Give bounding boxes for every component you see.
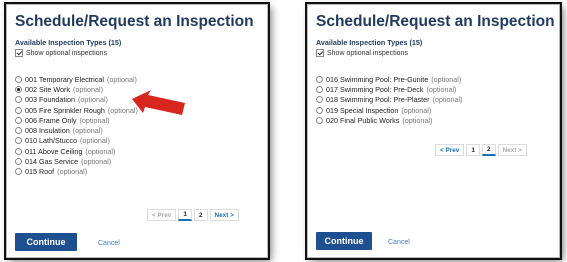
inspection-type-name: 014 Gas Service: [25, 157, 79, 167]
radio-button-selected[interactable]: [15, 85, 22, 93]
show-optional-toggle[interactable]: Show optional inspections: [316, 49, 408, 57]
list-item[interactable]: 015 Roof (optional): [15, 167, 138, 177]
optional-tag: (optional): [85, 146, 116, 156]
inspection-type-name: 018 Swimming Pool: Pre-Plaster: [326, 95, 430, 105]
cancel-link[interactable]: Cancel: [388, 239, 410, 246]
optional-tag: (optional): [426, 84, 457, 94]
inspection-type-name: 020 Final Public Works: [326, 115, 400, 125]
optional-tag: (optional): [79, 115, 110, 125]
page-title: Schedule/Request an Inspection: [15, 13, 254, 30]
page-2-button[interactable]: 2: [193, 209, 208, 221]
show-optional-checkbox[interactable]: [316, 49, 324, 57]
optional-tag: (optional): [401, 105, 432, 115]
list-item[interactable]: 020 Final Public Works (optional): [316, 115, 462, 125]
inspection-type-name: 006 Frame Only: [25, 115, 77, 125]
radio-button[interactable]: [15, 75, 22, 83]
inspection-type-name: 015 Roof: [25, 167, 55, 177]
list-item[interactable]: 017 Swimming Pool: Pre-Deck (optional): [316, 84, 462, 94]
pagination: < Prev 1 2 Next >: [147, 209, 239, 221]
optional-tag: (optional): [73, 84, 103, 94]
radio-button[interactable]: [15, 127, 22, 135]
inspection-type-name: 008 Insulation: [25, 126, 70, 136]
list-item[interactable]: 003 Foundation (optional): [15, 95, 138, 105]
pagination: < Prev 1 2 Next >: [435, 144, 527, 156]
next-page-button[interactable]: Next >: [209, 209, 239, 221]
optional-tag: (optional): [81, 157, 112, 167]
inspection-types-count: Available Inspection Types (15): [316, 38, 423, 47]
inspection-types-count: Available Inspection Types (15): [15, 38, 122, 47]
inspection-type-name: 016 Swimming Pool: Pre-Gunite: [326, 74, 429, 84]
radio-button[interactable]: [15, 96, 22, 104]
arrow-shape: [132, 90, 185, 115]
inspection-panel-page-2: Schedule/Request an Inspection Available…: [307, 4, 560, 258]
list-item[interactable]: 016 Swimming Pool: Pre-Gunite (optional): [316, 74, 462, 84]
show-optional-label: Show optional inspections: [327, 49, 408, 57]
optional-tag: (optional): [72, 126, 103, 136]
list-item[interactable]: 014 Gas Service (optional): [15, 156, 138, 166]
inspection-type-name: 001 Temporary Electrical: [25, 74, 104, 84]
optional-tag: (optional): [106, 74, 137, 84]
page-2-button[interactable]: 2: [481, 144, 496, 156]
radio-button[interactable]: [15, 137, 22, 145]
radio-button[interactable]: [316, 106, 323, 114]
radio-button[interactable]: [316, 75, 323, 83]
radio-button[interactable]: [15, 158, 22, 166]
inspection-type-name: 017 Swimming Pool: Pre-Deck: [326, 84, 424, 94]
inspection-type-name: 019 Special Inspection: [326, 105, 399, 115]
list-item[interactable]: 019 Special Inspection (optional): [316, 105, 462, 115]
list-item[interactable]: 002 Site Work (optional): [15, 84, 138, 94]
prev-page-button[interactable]: < Prev: [435, 144, 465, 156]
next-page-button[interactable]: Next >: [497, 144, 527, 156]
list-item[interactable]: 011 Above Ceiling (optional): [15, 146, 138, 156]
list-item[interactable]: 008 Insulation (optional): [15, 125, 138, 135]
red-arrow-icon: [132, 90, 185, 115]
radio-button[interactable]: [15, 116, 22, 124]
continue-button[interactable]: Continue: [316, 232, 372, 250]
radio-button[interactable]: [316, 96, 323, 104]
optional-tag: (optional): [432, 95, 463, 105]
radio-button[interactable]: [15, 147, 22, 155]
optional-tag: (optional): [402, 115, 433, 125]
inspection-type-name: 011 Above Ceiling: [25, 146, 83, 156]
page-title: Schedule/Request an Inspection: [316, 13, 555, 30]
cancel-link[interactable]: Cancel: [98, 240, 120, 247]
prev-page-button[interactable]: < Prev: [147, 209, 177, 221]
page-1-button[interactable]: 1: [178, 209, 192, 221]
continue-button[interactable]: Continue: [15, 233, 77, 251]
show-optional-checkbox[interactable]: [15, 49, 23, 57]
list-item[interactable]: 018 Swimming Pool: Pre-Plaster (optional…: [316, 95, 462, 105]
radio-button[interactable]: [15, 168, 22, 176]
show-optional-label: Show optional inspections: [26, 49, 107, 57]
radio-button[interactable]: [15, 106, 22, 114]
inspection-type-name: 002 Site Work: [25, 84, 71, 94]
show-optional-toggle[interactable]: Show optional inspections: [15, 49, 107, 57]
radio-button[interactable]: [316, 85, 323, 93]
list-item[interactable]: 010 Lath/Stucco (optional): [15, 136, 138, 146]
radio-button[interactable]: [316, 116, 323, 124]
inspection-type-list: 001 Temporary Electrical (optional) 002 …: [15, 74, 138, 177]
inspection-type-name: 005 Fire Sprinkler Rough: [25, 105, 105, 115]
list-item[interactable]: 001 Temporary Electrical (optional): [15, 74, 138, 84]
inspection-panel-page-1: Schedule/Request an Inspection Available…: [6, 4, 268, 258]
optional-tag: (optional): [57, 167, 88, 177]
inspection-type-name: 010 Lath/Stucco: [25, 136, 77, 146]
optional-tag: (optional): [77, 95, 108, 105]
page-1-button[interactable]: 1: [466, 144, 480, 156]
optional-tag: (optional): [79, 136, 110, 146]
list-item[interactable]: 005 Fire Sprinkler Rough (optional): [15, 105, 138, 115]
optional-tag: (optional): [431, 74, 462, 84]
inspection-type-name: 003 Foundation: [25, 95, 75, 105]
list-item[interactable]: 006 Frame Only (optional): [15, 115, 138, 125]
inspection-type-list: 016 Swimming Pool: Pre-Gunite (optional)…: [316, 74, 462, 125]
